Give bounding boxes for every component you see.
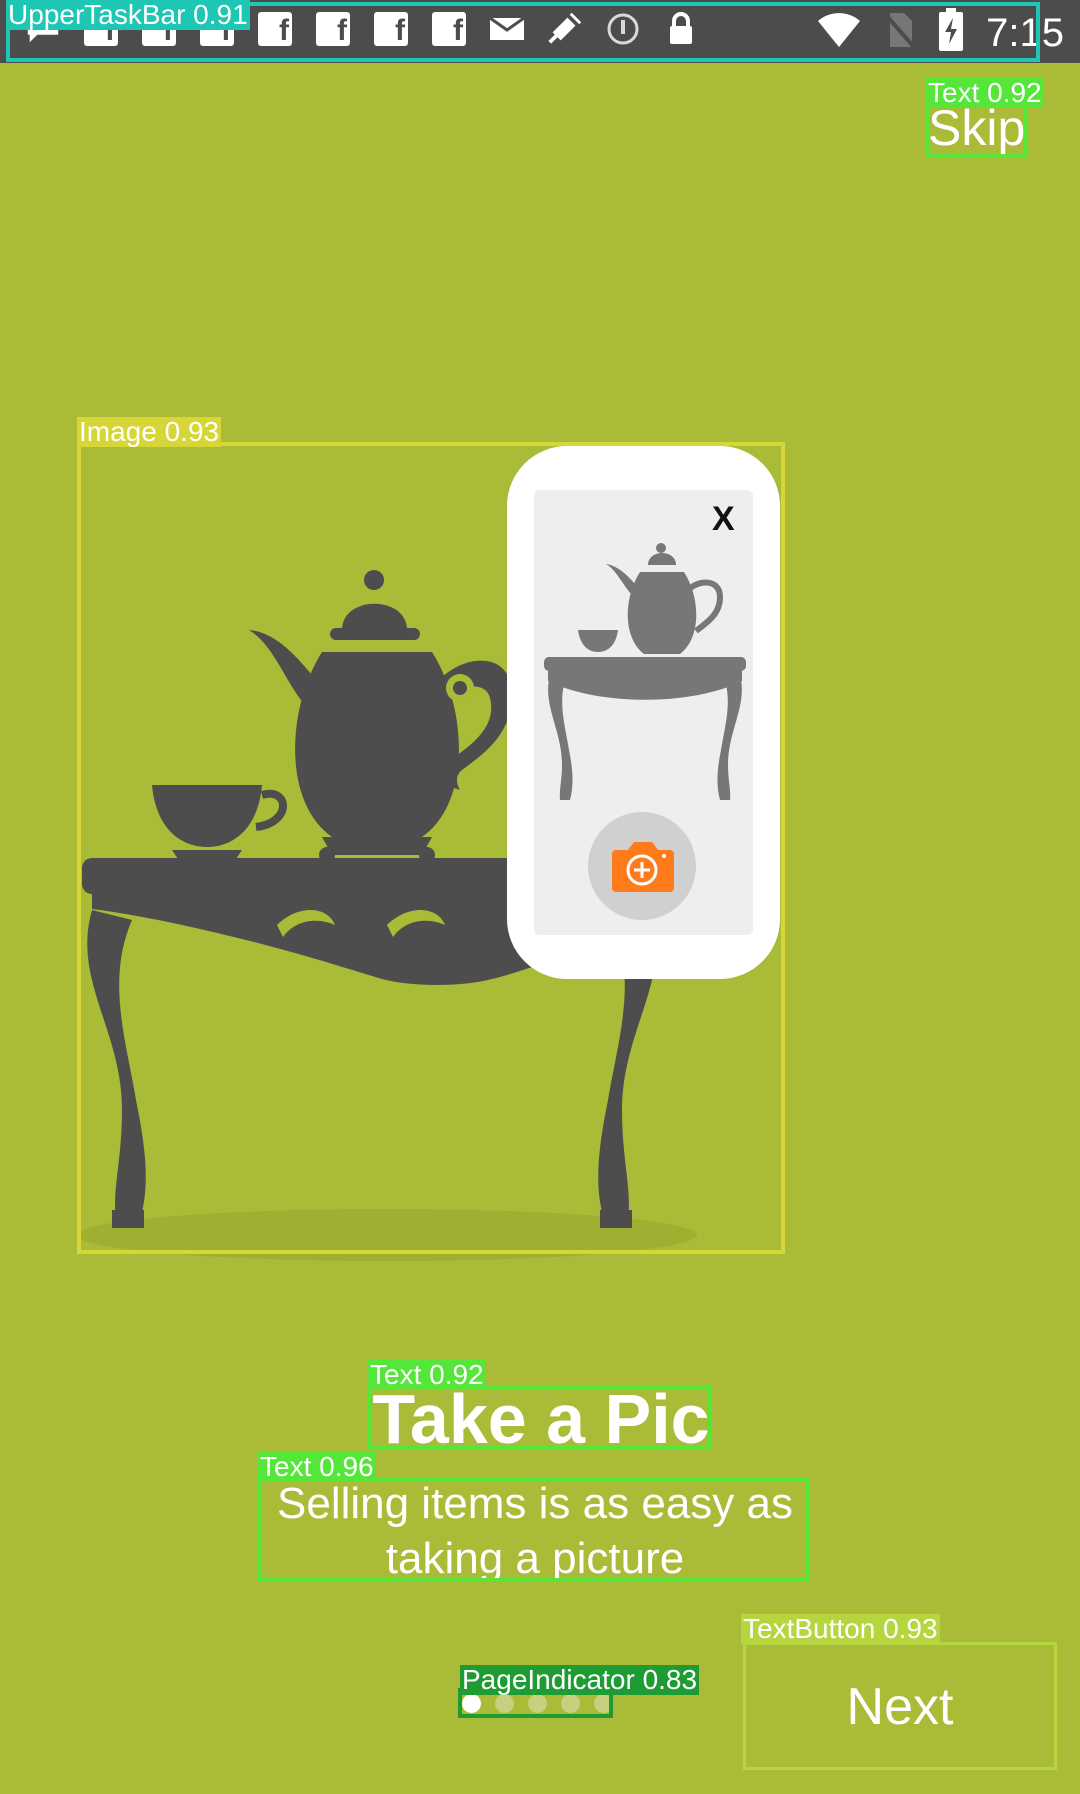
detection-label-image: Image 0.93 xyxy=(77,416,222,447)
detection-label-page-indicator: PageIndicator 0.83 xyxy=(460,1664,700,1695)
detection-box-next-button xyxy=(743,1642,1057,1770)
detection-box-image xyxy=(77,442,785,1254)
detection-label-upper-task-bar: UpperTaskBar 0.91 xyxy=(6,0,250,30)
detection-box-title-text xyxy=(368,1386,712,1450)
detection-box-subtitle-text xyxy=(258,1478,810,1582)
detection-label-next-button: TextButton 0.93 xyxy=(741,1613,940,1644)
detection-label-subtitle-text: Text 0.96 xyxy=(258,1451,376,1482)
detection-box-skip-text xyxy=(926,100,1028,158)
detection-label-skip-text: Text 0.92 xyxy=(926,77,1044,108)
detection-label-title-text: Text 0.92 xyxy=(368,1359,486,1390)
